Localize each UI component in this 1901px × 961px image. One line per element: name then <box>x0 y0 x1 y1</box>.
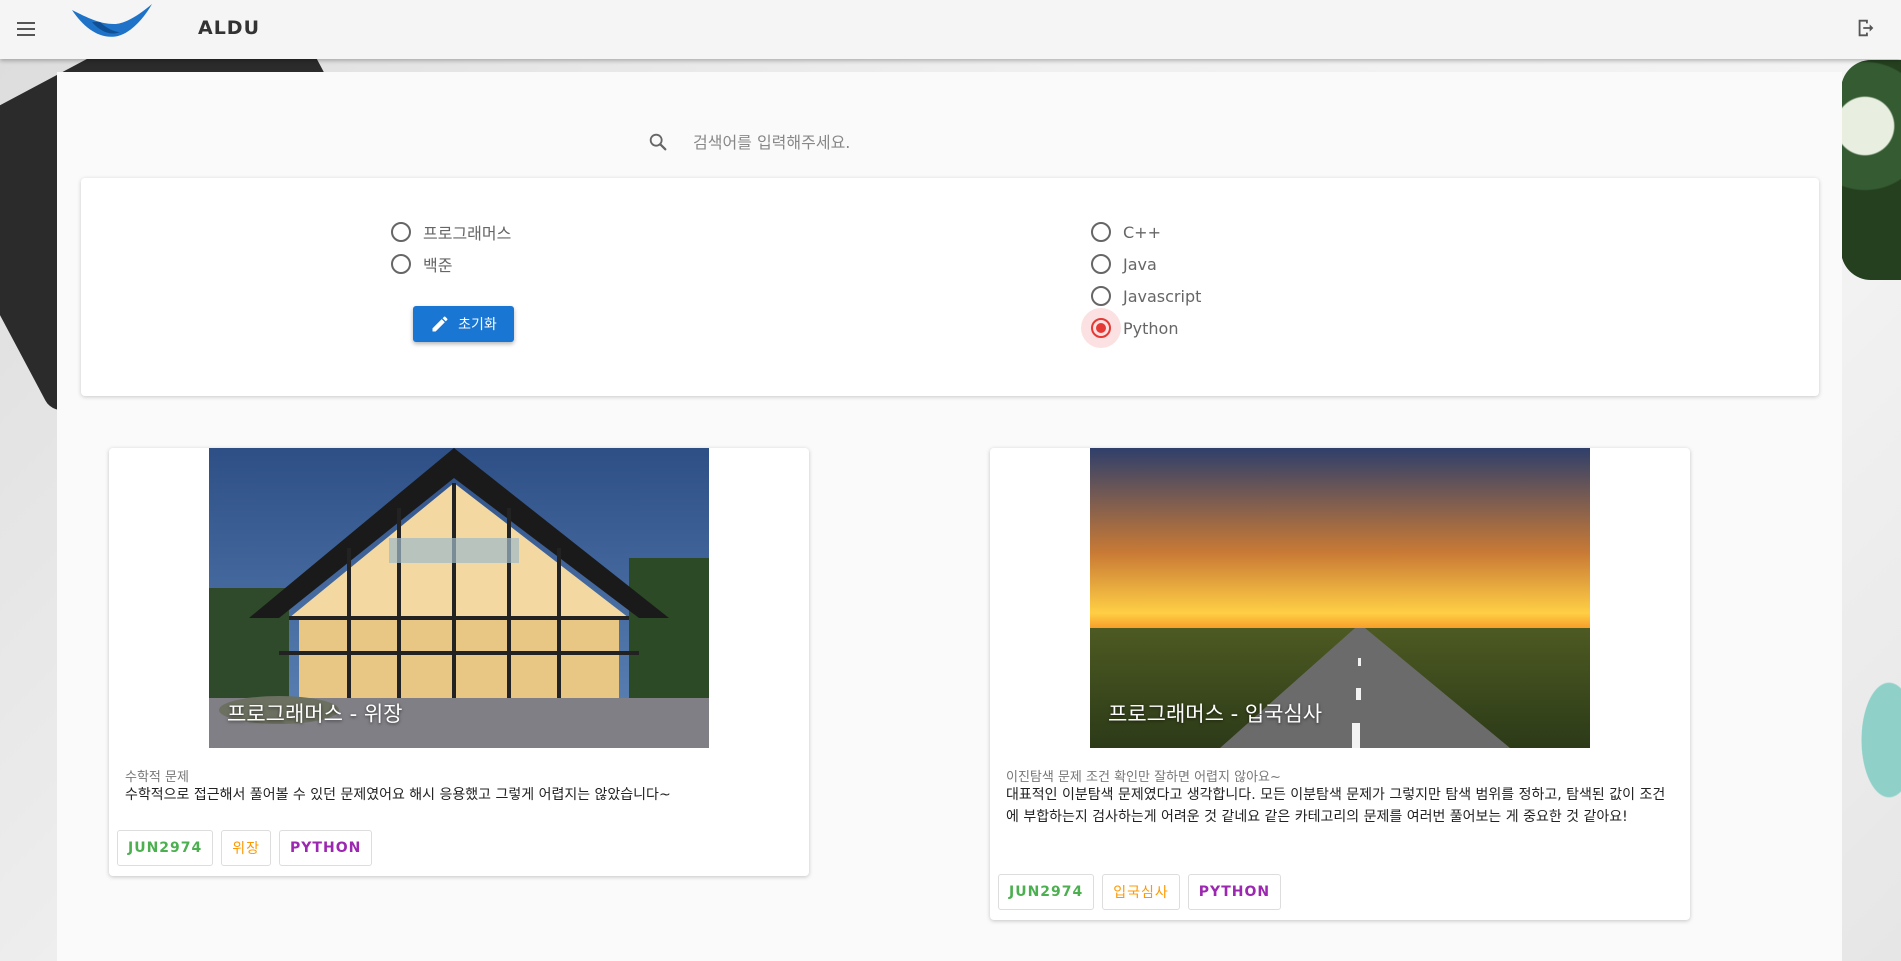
radio-label: C++ <box>1123 222 1161 242</box>
radio-button[interactable] <box>391 222 411 242</box>
logo <box>72 4 152 37</box>
site-filter-group: 프로그래머스 백준 <box>391 216 511 280</box>
app-title: ALDU <box>198 17 261 39</box>
radio-lang-python[interactable]: Python <box>1081 308 1201 348</box>
radio-site-baekjoon[interactable]: 백준 <box>391 248 511 280</box>
radio-site-programmers[interactable]: 프로그래머스 <box>391 216 511 248</box>
filter-panel: 프로그래머스 백준 초기화 C++ Java Javascript Python <box>81 178 1819 396</box>
card-image: 프로그래머스 - 위장 <box>209 448 709 748</box>
radio-button[interactable] <box>1091 286 1111 306</box>
tag-language[interactable]: PYTHON <box>279 830 373 866</box>
radio-label: Python <box>1123 318 1179 338</box>
card-subtitle: 이진탐색 문제 조건 확인만 잘하면 어렵지 않아요~ <box>1006 770 1281 785</box>
card-tags: JUN2974 위장 PYTHON <box>117 830 373 866</box>
radio-button[interactable] <box>1091 318 1111 338</box>
background-decoration <box>1841 640 1901 840</box>
background-plant <box>1841 60 1901 280</box>
radio-lang-java[interactable]: Java <box>1091 248 1201 280</box>
language-filter-group: C++ Java Javascript Python <box>1081 216 1201 348</box>
menu-icon[interactable] <box>14 17 38 41</box>
radio-button[interactable] <box>1091 254 1111 274</box>
radio-lang-cpp[interactable]: C++ <box>1091 216 1201 248</box>
logout-icon[interactable] <box>1855 16 1877 40</box>
card-tags: JUN2974 입국심사 PYTHON <box>998 874 1282 910</box>
radio-label: 프로그래머스 <box>423 224 512 243</box>
radio-label: Javascript <box>1123 286 1202 306</box>
card-image-title: 프로그래머스 - 위장 <box>227 702 403 726</box>
radio-button[interactable] <box>1091 222 1111 242</box>
radio-lang-javascript[interactable]: Javascript <box>1091 280 1201 312</box>
tag-user[interactable]: JUN2974 <box>998 874 1095 910</box>
post-card[interactable]: 프로그래머스 - 입국심사 이진탐색 문제 조건 확인만 잘하면 어렵지 않아요… <box>990 448 1690 920</box>
search-icon <box>649 133 667 151</box>
card-text: 수학적으로 접근해서 풀어볼 수 있던 문제였어요 해시 응용했고 그렇게 어렵… <box>125 787 671 803</box>
app-bar: ALDU <box>0 0 1901 59</box>
radio-button[interactable] <box>391 254 411 274</box>
tag-problem[interactable]: 입국심사 <box>1102 874 1180 910</box>
radio-label: 백준 <box>423 256 453 275</box>
card-image: 프로그래머스 - 입국심사 <box>1090 448 1590 748</box>
reset-button[interactable]: 초기화 <box>413 306 514 342</box>
tag-language[interactable]: PYTHON <box>1187 874 1282 910</box>
post-card[interactable]: 프로그래머스 - 위장 수학적 문제 수학적으로 접근해서 풀어볼 수 있던 문… <box>109 448 809 876</box>
tag-user[interactable]: JUN2974 <box>117 830 214 866</box>
card-subtitle: 수학적 문제 <box>125 770 189 785</box>
radio-label: Java <box>1123 254 1157 274</box>
search-input[interactable] <box>693 132 1113 152</box>
card-image-title: 프로그래머스 - 입국심사 <box>1108 702 1323 726</box>
card-text: 대표적인 이분탐색 문제였다고 생각합니다. 모든 이분탐색 문제가 그렇지만 … <box>1006 787 1666 825</box>
reset-button-label: 초기화 <box>458 317 497 333</box>
search-bar <box>647 122 1147 162</box>
tag-problem[interactable]: 위장 <box>221 830 272 866</box>
main-content: 프로그래머스 백준 초기화 C++ Java Ja <box>57 72 1842 961</box>
pencil-icon <box>432 316 448 332</box>
